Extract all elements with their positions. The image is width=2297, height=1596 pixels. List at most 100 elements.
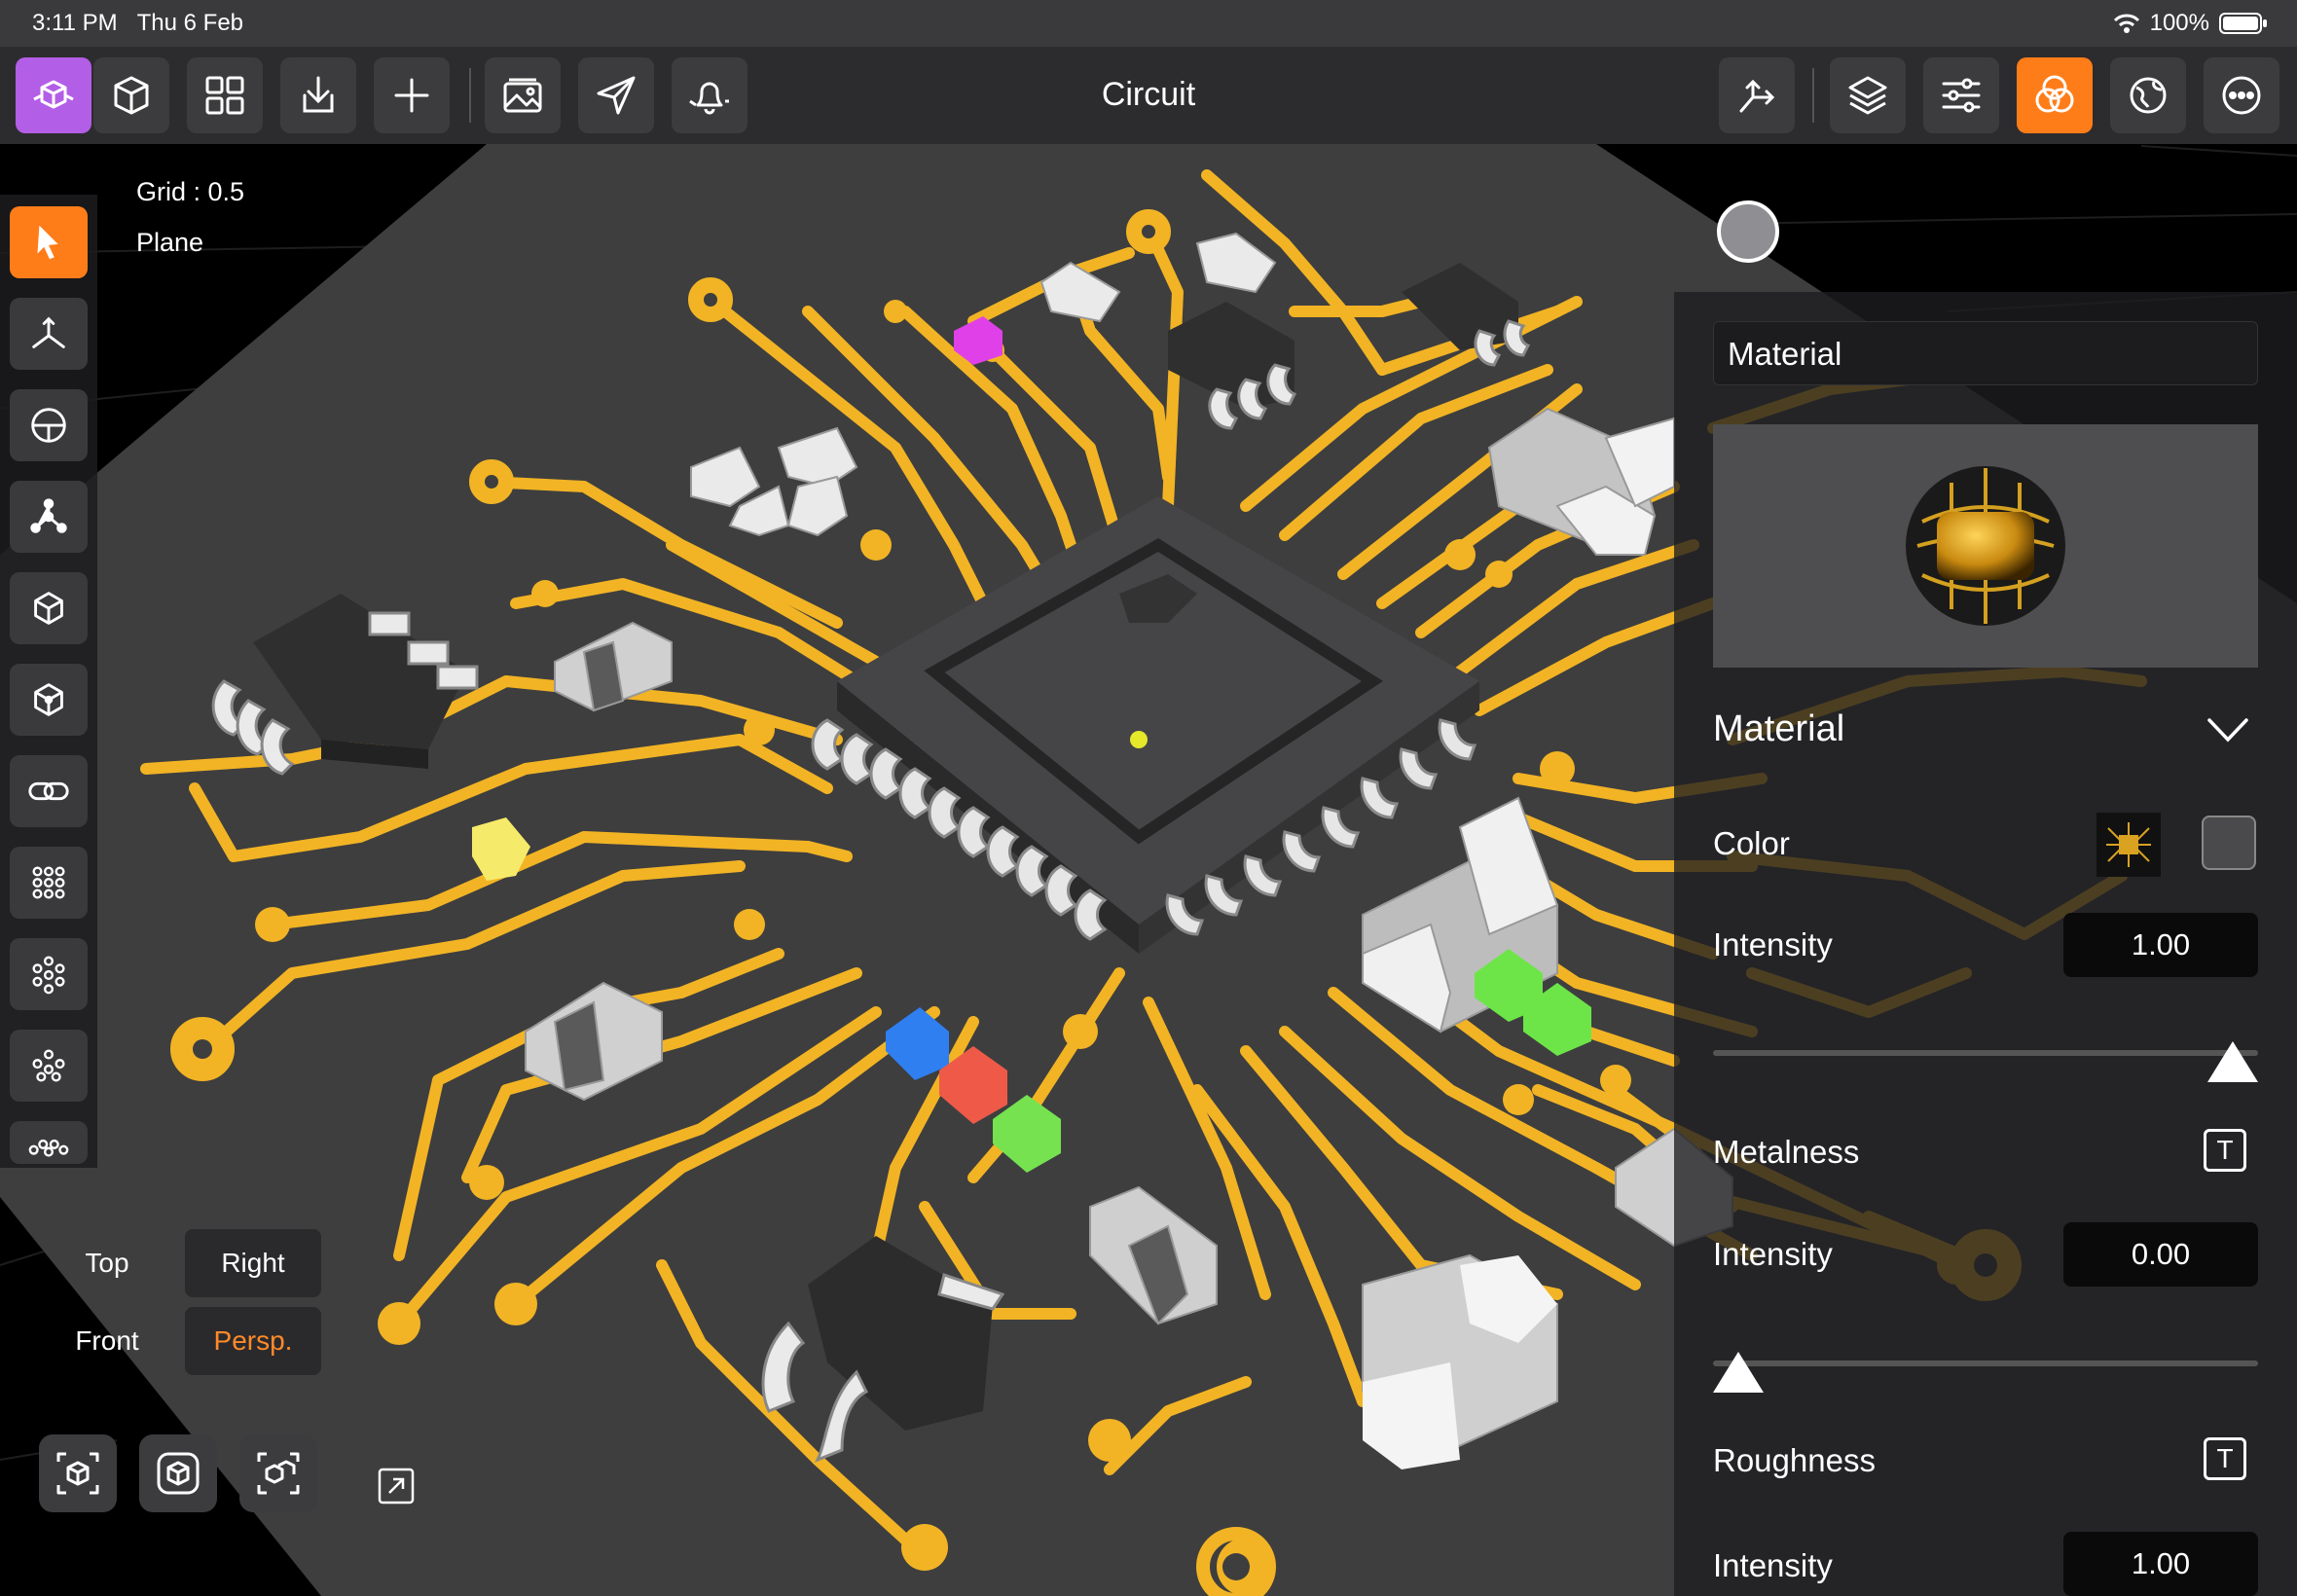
material-preview [1713, 424, 2258, 668]
intensity-slider-2[interactable] [1713, 1360, 2258, 1366]
toolbar-divider [469, 68, 471, 123]
animation-button[interactable] [672, 57, 747, 133]
select-tool-button[interactable] [10, 206, 88, 278]
intensity-label-2: Intensity [1713, 1236, 1833, 1272]
color-label: Color [1713, 825, 1790, 861]
download-icon [303, 76, 334, 113]
cube-frame-icon [56, 1452, 99, 1495]
cube-icon [114, 76, 149, 115]
cube-focus-icon [157, 1452, 200, 1495]
scene-cubes-button[interactable] [16, 57, 91, 133]
document-title: Circuit [1101, 76, 1196, 113]
radial-array-button[interactable] [10, 938, 88, 1010]
metalness-texture-button[interactable]: T [2204, 1129, 2246, 1172]
dot-chain-icon [28, 1139, 69, 1157]
left-toolbar [0, 195, 97, 1168]
dot-grid-icon [32, 866, 65, 899]
plane-label: Plane [136, 228, 204, 257]
grid-icon [205, 76, 244, 115]
material-name-input[interactable]: Material [1713, 321, 2258, 385]
rotate-tool-button[interactable] [10, 389, 88, 461]
cube-vertex-icon [34, 683, 63, 716]
chevron-down-icon [2207, 718, 2248, 743]
intensity-label-1: Intensity [1713, 926, 1833, 962]
move-tool-button[interactable] [10, 298, 88, 370]
array-tool-button[interactable] [10, 847, 88, 919]
toolbar-divider [1812, 68, 1814, 123]
import-button[interactable] [280, 57, 356, 133]
nodes-icon [30, 498, 67, 533]
dot-cluster-icon [32, 1049, 65, 1082]
color-texture-thumb[interactable] [2096, 813, 2161, 877]
vertex-tool-button[interactable] [10, 664, 88, 736]
layers-button[interactable] [1830, 57, 1906, 133]
transform-button[interactable] [1719, 57, 1795, 133]
ellipsis-icon [2222, 76, 2261, 115]
more-button[interactable] [2204, 57, 2279, 133]
layers-icon [1848, 76, 1887, 115]
frame-all-button[interactable] [39, 1434, 117, 1512]
circuit-texture-icon [2106, 822, 2151, 867]
roughness-label: Roughness [1713, 1442, 1876, 1478]
intensity-field-2[interactable]: 0.00 [2063, 1222, 2258, 1287]
materials-button[interactable] [2017, 57, 2093, 133]
intensity-slider-1-thumb[interactable] [2207, 1041, 2258, 1082]
link-icon [28, 781, 69, 801]
top-toolbar: Circuit [0, 47, 2297, 144]
cubes-icon [33, 80, 74, 109]
cube-outline-icon [34, 592, 63, 625]
grid-view-button[interactable] [187, 57, 263, 133]
color-value-swatch[interactable] [2202, 816, 2256, 870]
status-time: 3:11 PM Thu 6 Feb [32, 10, 244, 36]
wifi-icon [2113, 14, 2139, 33]
collapse-section-button[interactable] [2204, 710, 2252, 749]
app-window: { "status": {"time": "3:11 PM", "date": … [0, 0, 2297, 1596]
intensity-slider-1[interactable] [1713, 1050, 2258, 1056]
expand-button[interactable] [378, 1468, 415, 1505]
cursor-arrow-icon [37, 225, 58, 260]
add-button[interactable] [374, 57, 450, 133]
cubes-frame-icon [257, 1452, 300, 1495]
view-front-button[interactable]: Front [39, 1307, 175, 1375]
move-arrows-icon [1739, 79, 1775, 113]
object-tool-button[interactable] [10, 572, 88, 644]
expand-arrow-icon [378, 1468, 415, 1505]
object-mode-button[interactable] [93, 57, 169, 133]
send-button[interactable] [578, 57, 654, 133]
intensity-field-3[interactable]: 1.00 [2063, 1532, 2258, 1596]
paper-plane-icon [597, 76, 636, 115]
metalness-label: Metalness [1713, 1134, 1860, 1170]
circles-overlap-icon [2035, 75, 2074, 113]
grid-size-label: Grid : 0.5 [136, 177, 245, 206]
globe-icon [2130, 77, 2167, 114]
intensity-field-1[interactable]: 1.00 [2063, 913, 2258, 977]
roughness-texture-button[interactable]: T [2204, 1437, 2246, 1480]
material-color-swatch[interactable] [1717, 200, 1779, 263]
view-top-button[interactable]: Top [39, 1229, 175, 1297]
link-tool-button[interactable] [10, 755, 88, 827]
sphere-icon [31, 408, 66, 443]
environment-button[interactable] [2110, 57, 2186, 133]
frame-group-button[interactable] [239, 1434, 317, 1512]
photo-icon [503, 78, 542, 113]
intensity-label-3: Intensity [1713, 1547, 1833, 1583]
intensity-slider-2-thumb[interactable] [1713, 1352, 1764, 1393]
dot-ring-icon [32, 956, 65, 995]
battery-icon [2219, 13, 2267, 34]
plus-icon [394, 78, 429, 113]
scale-tool-button[interactable] [10, 481, 88, 553]
settings-button[interactable] [1923, 57, 1999, 133]
view-right-button[interactable]: Right [185, 1229, 321, 1297]
sliders-icon [1942, 78, 1981, 113]
bell-icon [689, 82, 729, 115]
material-section-title: Material [1713, 708, 1845, 749]
battery-percent: 100% [2149, 10, 2209, 36]
path-array-button[interactable] [10, 1121, 88, 1164]
frame-selected-button[interactable] [139, 1434, 217, 1512]
view-persp-button[interactable]: Persp. [185, 1307, 321, 1375]
material-sphere-icon [1906, 466, 2065, 626]
status-right: 100% [2113, 10, 2268, 37]
image-button[interactable] [485, 57, 561, 133]
status-bar: 3:11 PM Thu 6 Feb 100% [0, 0, 2297, 47]
scatter-tool-button[interactable] [10, 1030, 88, 1102]
